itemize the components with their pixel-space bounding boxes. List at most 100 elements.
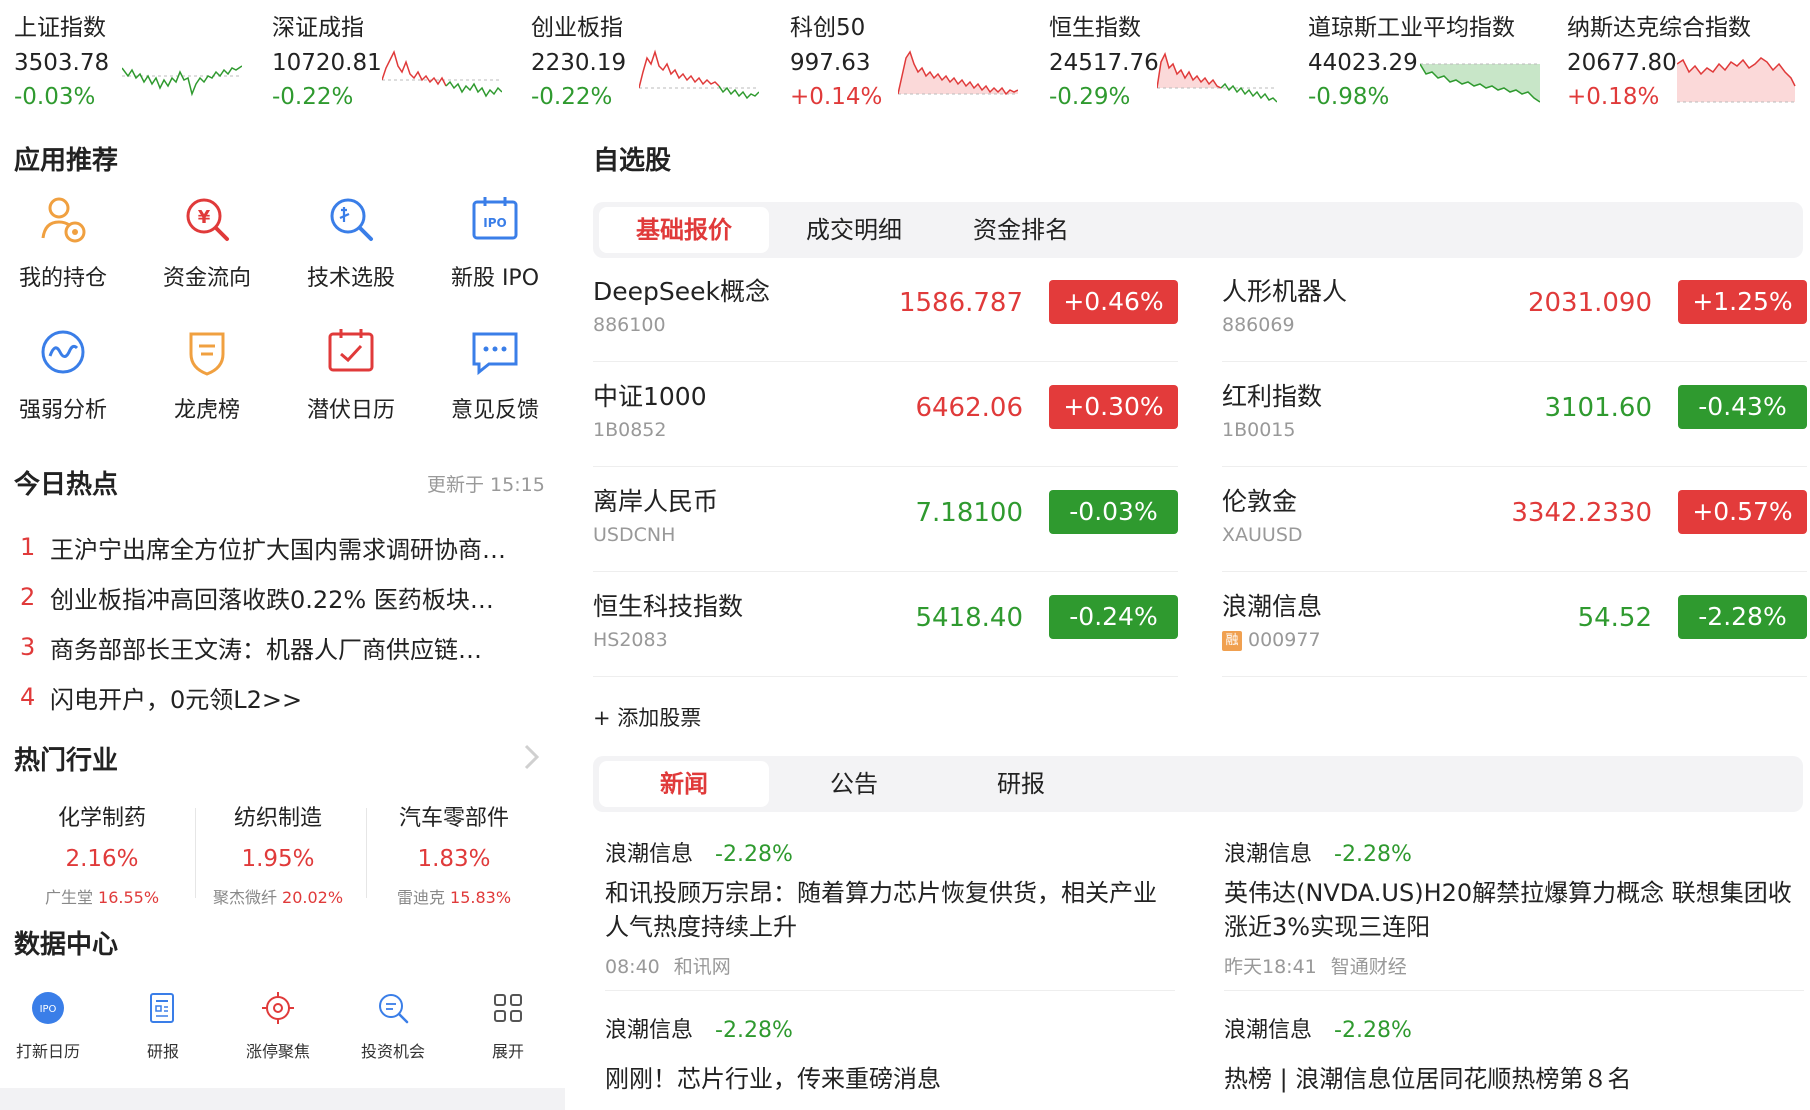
leader-change: 15.83% [450,888,512,907]
industry-title: 热门行业 [14,746,119,776]
hot-item[interactable]: 4 闪电开户，0元领L2>> [14,672,554,722]
divider [366,808,367,898]
tab-reports[interactable]: 研报 [936,761,1106,807]
hot-title: 今日热点 [14,470,119,500]
index-name: 纳斯达克综合指数 [1567,15,1751,41]
stock-price: 54.52 [1577,603,1652,633]
news-item[interactable]: 浪潮信息 -2.28% 热榜 | 浪潮信息位居同花顺热榜第８名 [1224,1012,1784,1096]
stock-row[interactable]: 红利指数 1B0015 3101.60 -0.43% [1222,363,1807,467]
index-sz[interactable]: 深证成指 10720.81 -0.22% [272,8,522,118]
news-stock-tag: 浪潮信息 -2.28% [1224,1012,1784,1044]
industry-leader: 广生堂 16.55% [17,884,187,908]
index-name: 上证指数 [14,15,106,41]
index-sparkline [898,50,1018,96]
index-name: 深证成指 [272,15,364,41]
industry-item[interactable]: 化学制药 2.16% 广生堂 16.55% [17,800,187,910]
news-stock-change: -2.28% [1334,842,1412,867]
index-cyb[interactable]: 创业板指 2230.19 -0.22% [531,8,781,118]
stock-code: XAUUSD [1222,524,1303,546]
index-hsi[interactable]: 恒生指数 24517.76 -0.29% [1049,8,1299,118]
news-stock: 浪潮信息 [1224,1018,1313,1043]
dc-ipo-calendar[interactable]: IPO 打新日历 [0,990,98,1062]
tab-trade-detail[interactable]: 成交明细 [769,207,939,253]
stock-row[interactable]: 伦敦金 XAUUSD 3342.2330 +0.57% [1222,468,1807,572]
wave-analysis-icon [41,330,85,374]
index-sh[interactable]: 上证指数 3503.78 -0.03% [14,8,264,118]
data-center-title: 数据中心 [14,930,119,960]
tab-fund-rank[interactable]: 资金排名 [936,207,1106,253]
stock-price: 7.18100 [915,498,1023,528]
app-strength[interactable]: 强弱分析 [0,322,133,423]
news-item[interactable]: 浪潮信息 -2.28% 英伟达(NVDA.US)H20解禁拉爆算力概念 联想集团收… [1224,836,1794,979]
tab-announcements[interactable]: 公告 [769,761,939,807]
industry-item[interactable]: 纺织制造 1.95% 聚杰微纤 20.02% [193,800,363,910]
badge-shield-icon [189,332,225,376]
news-source: 智通财经 [1330,956,1407,978]
app-feedback[interactable]: 意见反馈 [425,322,565,423]
index-ixic[interactable]: 纳斯达克综合指数 20677.80 +0.18% [1567,8,1810,118]
dc-opportunity[interactable]: 投资机会 [343,990,443,1062]
news-time: 昨天18:41 [1224,956,1317,978]
stock-row[interactable]: 离岸人民币 USDCNH 7.18100 -0.03% [593,468,1178,572]
app-tech-picker[interactable]: 技术选股 [281,190,421,291]
dc-research[interactable]: 研报 [113,990,213,1062]
stock-name: DeepSeek概念 [593,277,770,306]
stock-row[interactable]: DeepSeek概念 886100 1586.787 +0.46% [593,258,1178,362]
hot-rank: 3 [20,633,36,661]
add-stock-button[interactable]: + 添加股票 [593,702,701,732]
index-change: +0.18% [1567,84,1660,110]
news-item[interactable]: 浪潮信息 -2.28% 和讯投顾万宗昂：随着算力芯片恢复供货，相关产业人气热度持续… [605,836,1165,979]
dc-expand[interactable]: 展开 [458,990,558,1062]
stock-row[interactable]: 中证1000 1B0852 6462.06 +0.30% [593,363,1178,467]
industry-item[interactable]: 汽车零部件 1.83% 雷迪克 15.83% [369,800,539,910]
stock-row[interactable]: 浪潮信息 融 000977 54.52 -2.28% [1222,573,1807,677]
hot-item[interactable]: 3 商务部部长王文涛：机器人厂商供应链… [14,622,554,672]
watchlist-tabbar: 基础报价 成交明细 资金排名 [593,202,1803,258]
hot-rank: 4 [20,683,36,711]
app-fund-flow[interactable]: ¥ 资金流向 [137,190,277,291]
app-my-holdings[interactable]: 我的持仓 [0,190,133,291]
app-new-ipo[interactable]: IPO 新股 IPO [425,190,565,291]
app-latent-calendar[interactable]: 潜伏日历 [281,322,421,423]
stock-price: 6462.06 [915,393,1023,423]
index-dji[interactable]: 道琼斯工业平均指数 44023.29 -0.98% [1308,8,1558,118]
index-price: 3503.78 [14,50,110,76]
index-sparkline [1157,51,1277,103]
stock-code: 886100 [593,314,666,336]
leader-name: 雷迪克 [396,888,445,907]
dc-limit-up[interactable]: 涨停聚焦 [228,990,328,1062]
industry-change: 1.83% [417,846,491,872]
stock-price: 3342.2330 [1511,498,1652,528]
news-meta: 08:40 和讯网 [605,952,1165,979]
hot-item[interactable]: 2 创业板指冲高回落收跌0.22% 医药板块… [14,572,554,622]
news-title: 英伟达(NVDA.US)H20解禁拉爆算力概念 联想集团收涨近3%实现三连阳 [1224,879,1792,941]
tab-news[interactable]: 新闻 [599,761,769,807]
stock-code: USDCNH [593,524,676,546]
news-stock-change: -2.28% [715,1018,793,1043]
hot-rank: 1 [20,533,36,561]
hot-updated-time: 更新于 15:15 [427,474,545,496]
news-stock: 浪潮信息 [605,1018,694,1043]
chevron-right-icon[interactable] [520,742,544,772]
tab-basic-quote[interactable]: 基础报价 [599,207,769,253]
index-kc50[interactable]: 科创50 997.63 +0.14% [790,8,1040,118]
hot-item[interactable]: 1 王沪宁出席全方位扩大国内需求调研协商… [14,522,554,572]
report-icon [150,993,174,1023]
hot-rank: 2 [20,583,36,611]
news-time: 08:40 [605,956,660,978]
app-label: 强弱分析 [18,398,107,423]
news-item[interactable]: 浪潮信息 -2.28% 刚刚！芯片行业，传来重磅消息 [605,1012,1165,1096]
news-stock-tag: 浪潮信息 -2.28% [1224,836,1794,868]
stock-row[interactable]: 恒生科技指数 HS2083 5418.40 -0.24% [593,573,1178,677]
stock-row[interactable]: 人形机器人 886069 2031.090 +1.25% [1222,258,1807,362]
ipo-circle-icon: IPO [32,992,64,1024]
watchlist-title: 自选股 [593,146,672,176]
industry-leader: 雷迪克 15.83% [369,884,539,908]
app-dragon-tiger[interactable]: 龙虎榜 [137,322,277,423]
stock-name: 浪潮信息 [1222,592,1323,621]
news-stock-tag: 浪潮信息 -2.28% [605,836,1165,868]
news-stock: 浪潮信息 [1224,842,1313,867]
index-sparkline [1677,57,1797,103]
stock-name: 人形机器人 [1222,277,1348,306]
app-label: 龙虎榜 [173,398,240,423]
